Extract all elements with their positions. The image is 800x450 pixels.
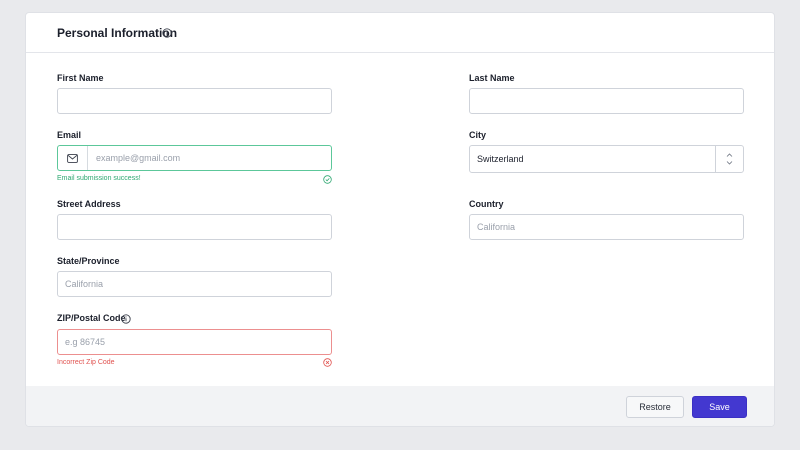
city-label: City — [469, 130, 487, 140]
chevron-up-icon[interactable] — [726, 153, 733, 157]
mail-icon — [58, 146, 88, 170]
state-input[interactable]: California — [57, 271, 332, 297]
street-address-label: Street Address — [57, 199, 121, 209]
card-header: Personal Information — [26, 13, 774, 53]
street-address-input[interactable] — [57, 214, 332, 240]
email-label: Email — [57, 130, 82, 140]
zip-placeholder: e.g 86745 — [65, 337, 106, 347]
zip-error-message: Incorrect Zip Code — [57, 359, 115, 366]
country-input[interactable]: California — [469, 214, 744, 240]
error-circle-icon — [323, 358, 332, 367]
country-label: Country — [469, 199, 504, 209]
country-placeholder: California — [477, 222, 516, 232]
card-title: Personal Information — [57, 26, 178, 40]
zip-label: ZIP/Postal Code — [57, 313, 126, 323]
state-placeholder: California — [65, 279, 104, 289]
personal-info-card: Personal Information First Name Last Nam… — [25, 12, 775, 427]
state-label: State/Province — [57, 256, 120, 266]
email-input[interactable]: example@gmail.com — [57, 145, 332, 171]
restore-button[interactable]: Restore — [626, 396, 684, 418]
last-name-label: Last Name — [469, 73, 515, 83]
email-placeholder: example@gmail.com — [96, 153, 181, 163]
zip-input[interactable]: e.g 86745 — [57, 329, 332, 355]
city-stepper[interactable] — [715, 146, 743, 172]
first-name-label: First Name — [57, 73, 104, 83]
save-button[interactable]: Save — [692, 396, 747, 418]
city-value: Switzerland — [477, 154, 524, 164]
check-circle-icon — [323, 175, 332, 184]
email-success-message: Email submission success! — [57, 175, 141, 182]
last-name-input[interactable] — [469, 88, 744, 114]
first-name-input[interactable] — [57, 88, 332, 114]
form-footer: Restore Save — [26, 386, 774, 426]
zip-info-icon[interactable] — [121, 314, 131, 324]
city-select[interactable]: Switzerland — [469, 145, 744, 173]
chevron-down-icon[interactable] — [726, 161, 733, 165]
info-icon[interactable] — [162, 28, 172, 38]
